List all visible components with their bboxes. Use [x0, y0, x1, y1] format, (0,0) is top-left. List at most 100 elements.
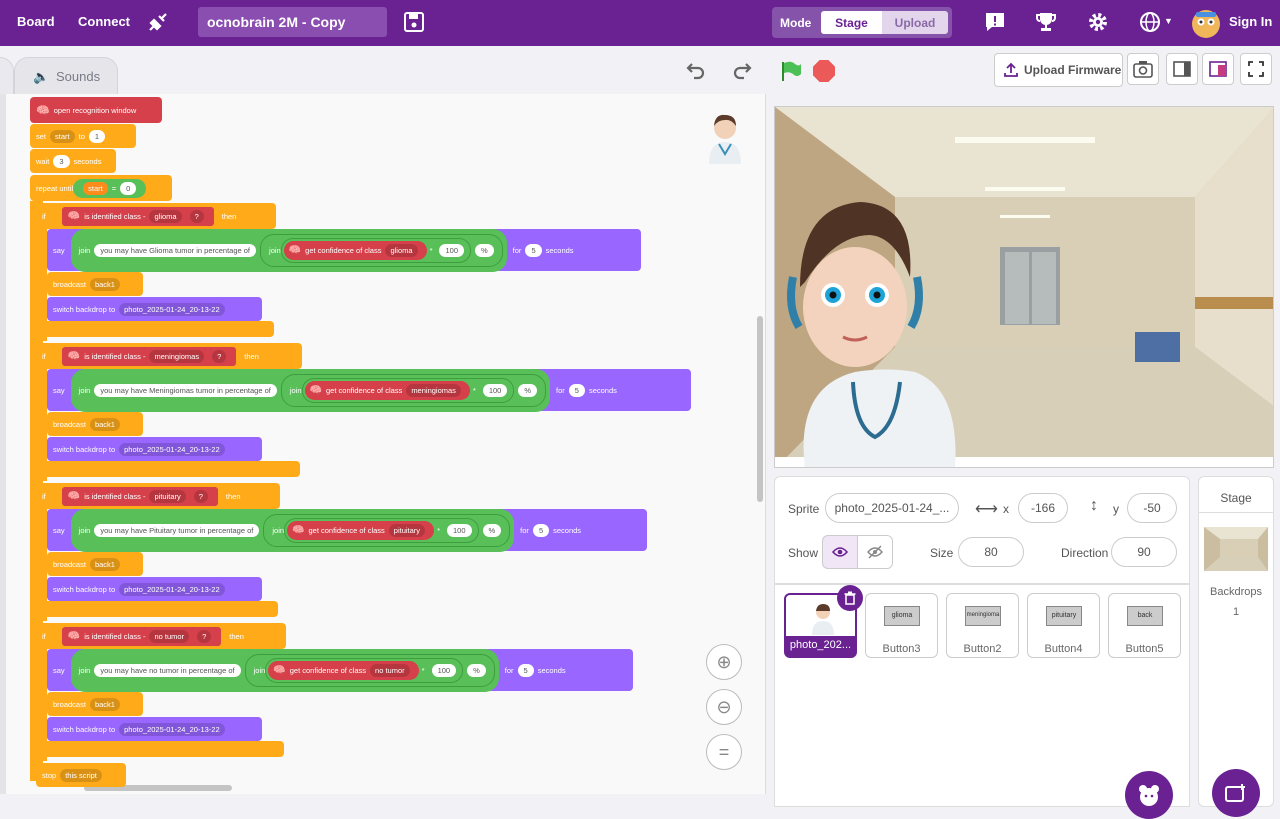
equals-input[interactable]: 0 — [120, 181, 137, 195]
duration-input[interactable]: 5 — [568, 383, 585, 397]
say-block[interactable]: say join you may have Meningiomas tumor in… — [47, 368, 691, 412]
multiply-operator[interactable]: 🧠 get confidence of class no tumor * 100 — [265, 657, 464, 683]
is-identified-condition[interactable]: 🧠 is identified class - meningiomas? — [61, 346, 237, 366]
zoom-in-icon[interactable]: ⊕ — [706, 644, 742, 680]
class-dropdown[interactable]: glioma — [385, 243, 418, 257]
zoom-out-icon[interactable]: ⊖ — [706, 689, 742, 725]
backdrop-dropdown[interactable]: photo_2025-01-24_20-13-22 — [119, 722, 225, 736]
class-dropdown[interactable]: pituitary — [149, 489, 186, 503]
project-title-input[interactable]: ocnobrain 2M - Copy — [198, 7, 387, 37]
confidence-reporter[interactable]: 🧠 get confidence of class pituitary — [287, 520, 435, 540]
percent-input[interactable]: % — [482, 523, 502, 537]
message-dropdown[interactable]: back1 — [89, 697, 120, 711]
multiplier-input[interactable]: 100 — [439, 243, 464, 257]
mode-upload-button[interactable]: Upload — [882, 11, 948, 34]
message-dropdown[interactable]: back1 — [89, 557, 120, 571]
class-dropdown[interactable]: meningiomas — [406, 383, 461, 397]
join-operator[interactable]: join you may have no tumor in percentage … — [70, 648, 499, 692]
say-block[interactable]: say join you may have Glioma tumor in perc… — [47, 228, 641, 272]
if-block[interactable]: if 🧠 is identified class - pituitary? then — [36, 483, 280, 509]
trash-icon[interactable] — [837, 585, 863, 611]
multiply-operator[interactable]: 🧠 get confidence of class meningiomas * 100 — [301, 377, 515, 403]
multiply-operator[interactable]: 🧠 get confidence of class glioma * 100 — [280, 237, 471, 263]
broadcast-block[interactable]: broadcast back1 — [47, 272, 143, 296]
broadcast-block[interactable]: broadcast back1 — [47, 692, 143, 716]
mode-stage-button[interactable]: Stage — [821, 11, 882, 34]
multiplier-input[interactable]: 100 — [431, 663, 457, 677]
class-dropdown[interactable]: glioma — [149, 209, 182, 223]
stop-icon[interactable] — [813, 60, 835, 82]
class-dropdown[interactable]: no tumor — [370, 663, 410, 677]
message-input[interactable]: you may have Glioma tumor in percentage … — [94, 243, 257, 257]
join-operator-inner[interactable]: join 🧠 get confidence of class no tumor * 100… — [244, 653, 495, 687]
zoom-reset-icon[interactable]: = — [706, 734, 742, 770]
set-start-block[interactable]: set start to 1 — [30, 124, 136, 148]
sprite-tile-button3[interactable]: glioma Button3 — [865, 593, 938, 658]
percent-input[interactable]: % — [475, 243, 494, 257]
extension-icon[interactable] — [146, 10, 170, 34]
y-input[interactable]: -50 — [1127, 493, 1177, 523]
code-area[interactable]: 🧠 open recognition window set start to 1… — [0, 94, 766, 794]
class-dropdown[interactable]: meningiomas — [149, 349, 205, 363]
broadcast-block[interactable]: broadcast back1 — [47, 552, 143, 576]
if-block[interactable]: if 🧠 is identified class - glioma? then — [36, 203, 276, 229]
join-operator[interactable]: join you may have Pituitary tumor in perc… — [70, 508, 515, 552]
message-input[interactable]: you may have Meningiomas tumor in percen… — [94, 383, 277, 397]
multiplier-input[interactable]: 100 — [446, 523, 472, 537]
join-operator-inner[interactable]: join 🧠 get confidence of class meningiomas *… — [280, 373, 547, 407]
feedback-icon[interactable] — [983, 10, 1007, 34]
class-dropdown[interactable]: pituitary — [388, 523, 426, 537]
add-backdrop-button[interactable] — [1212, 769, 1260, 817]
join-operator[interactable]: join you may have Glioma tumor in percent… — [70, 228, 507, 272]
message-dropdown[interactable]: back1 — [89, 277, 120, 291]
say-block[interactable]: say join you may have Pituitary tumor in p… — [47, 508, 647, 552]
backdrop-dropdown[interactable]: photo_2025-01-24_20-13-22 — [119, 582, 225, 596]
trophy-icon[interactable] — [1034, 10, 1058, 34]
large-stage-icon[interactable] — [1202, 53, 1234, 85]
is-identified-condition[interactable]: 🧠 is identified class - no tumor? — [61, 626, 222, 646]
wait-input[interactable]: 3 — [53, 154, 70, 168]
sign-in-button[interactable]: Sign In — [1229, 14, 1272, 29]
tab-costumes[interactable] — [0, 57, 14, 95]
confidence-reporter[interactable]: 🧠 get confidence of class no tumor — [268, 660, 419, 680]
duration-input[interactable]: 5 — [532, 523, 550, 537]
small-stage-icon[interactable] — [1166, 53, 1198, 85]
say-block[interactable]: say join you may have no tumor in percenta… — [47, 648, 633, 692]
confidence-reporter[interactable]: 🧠 get confidence of class meningiomas — [304, 380, 470, 400]
stage-selector[interactable]: Stage Backdrops 1 — [1198, 476, 1274, 817]
tab-sounds[interactable]: 🔈 Sounds — [14, 57, 118, 95]
is-identified-condition[interactable]: 🧠 is identified class - glioma? — [61, 206, 214, 226]
board-button[interactable]: Board — [17, 14, 55, 29]
gear-icon[interactable] — [1086, 10, 1110, 34]
avatar[interactable] — [1190, 7, 1222, 39]
x-input[interactable]: -166 — [1018, 493, 1068, 523]
sprite-tile-button2[interactable]: meningioma Button2 — [946, 593, 1019, 658]
percent-input[interactable]: % — [518, 383, 538, 397]
percent-input[interactable]: % — [467, 663, 486, 677]
stage-canvas[interactable] — [774, 106, 1274, 468]
join-operator-inner[interactable]: join 🧠 get confidence of class glioma * 100% — [260, 233, 503, 267]
undo-icon[interactable] — [684, 58, 708, 82]
fullscreen-icon[interactable] — [1240, 53, 1272, 85]
duration-input[interactable]: 5 — [517, 663, 534, 677]
repeat-until-block[interactable]: repeat until start = 0 — [30, 175, 172, 201]
chevron-down-icon[interactable]: ▼ — [1164, 16, 1173, 26]
message-input[interactable]: you may have Pituitary tumor in percenta… — [94, 523, 260, 537]
message-input[interactable]: you may have no tumor in percentage of — [94, 663, 241, 677]
sprite-name-input[interactable]: photo_2025-01-24_... — [825, 493, 959, 523]
wait-block[interactable]: wait 3 seconds — [30, 149, 116, 173]
green-flag-icon[interactable] — [779, 59, 803, 83]
vertical-scrollbar[interactable] — [757, 316, 763, 502]
join-operator-inner[interactable]: join 🧠 get confidence of class pituitary * 10… — [263, 513, 511, 547]
camera-icon[interactable] — [1127, 53, 1159, 85]
upload-firmware-button[interactable]: Upload Firmware — [994, 53, 1123, 87]
add-sprite-button[interactable] — [1125, 771, 1173, 819]
broadcast-block[interactable]: broadcast back1 — [47, 412, 143, 436]
redo-icon[interactable] — [730, 58, 754, 82]
multiplier-input[interactable]: 100 — [482, 383, 508, 397]
save-icon[interactable] — [402, 10, 426, 34]
size-input[interactable]: 80 — [958, 537, 1024, 567]
eye-off-icon[interactable] — [857, 535, 893, 569]
sprite-tile-button4[interactable]: pituitary Button4 — [1027, 593, 1100, 658]
equals-operator[interactable]: start = 0 — [73, 178, 147, 198]
